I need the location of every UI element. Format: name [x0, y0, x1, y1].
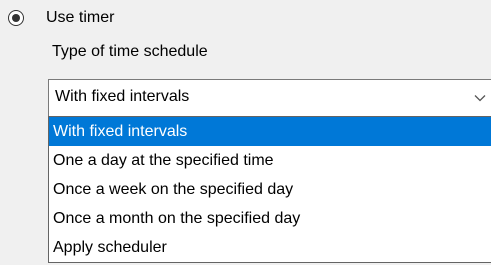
dropdown-option-daily[interactable]: One a day at the specified time — [49, 146, 491, 175]
radio-selected-dot — [12, 14, 20, 22]
schedule-type-dropdown-list: With fixed intervals One a day at the sp… — [48, 116, 491, 263]
schedule-type-label: Type of time schedule — [52, 43, 208, 60]
dropdown-option-weekly[interactable]: Once a week on the specified day — [49, 175, 491, 204]
chevron-down-icon[interactable] — [469, 80, 491, 116]
radio-button[interactable] — [8, 10, 24, 26]
dropdown-option-apply-scheduler[interactable]: Apply scheduler — [49, 233, 491, 262]
dropdown-option-monthly[interactable]: Once a month on the specified day — [49, 204, 491, 233]
combobox-selected-value: With fixed intervals — [55, 88, 190, 105]
use-timer-label: Use timer — [46, 9, 115, 26]
use-timer-radio[interactable]: Use timer — [8, 6, 114, 30]
schedule-type-combobox[interactable]: With fixed intervals — [48, 79, 491, 117]
dropdown-option-fixed-intervals[interactable]: With fixed intervals — [49, 117, 491, 146]
